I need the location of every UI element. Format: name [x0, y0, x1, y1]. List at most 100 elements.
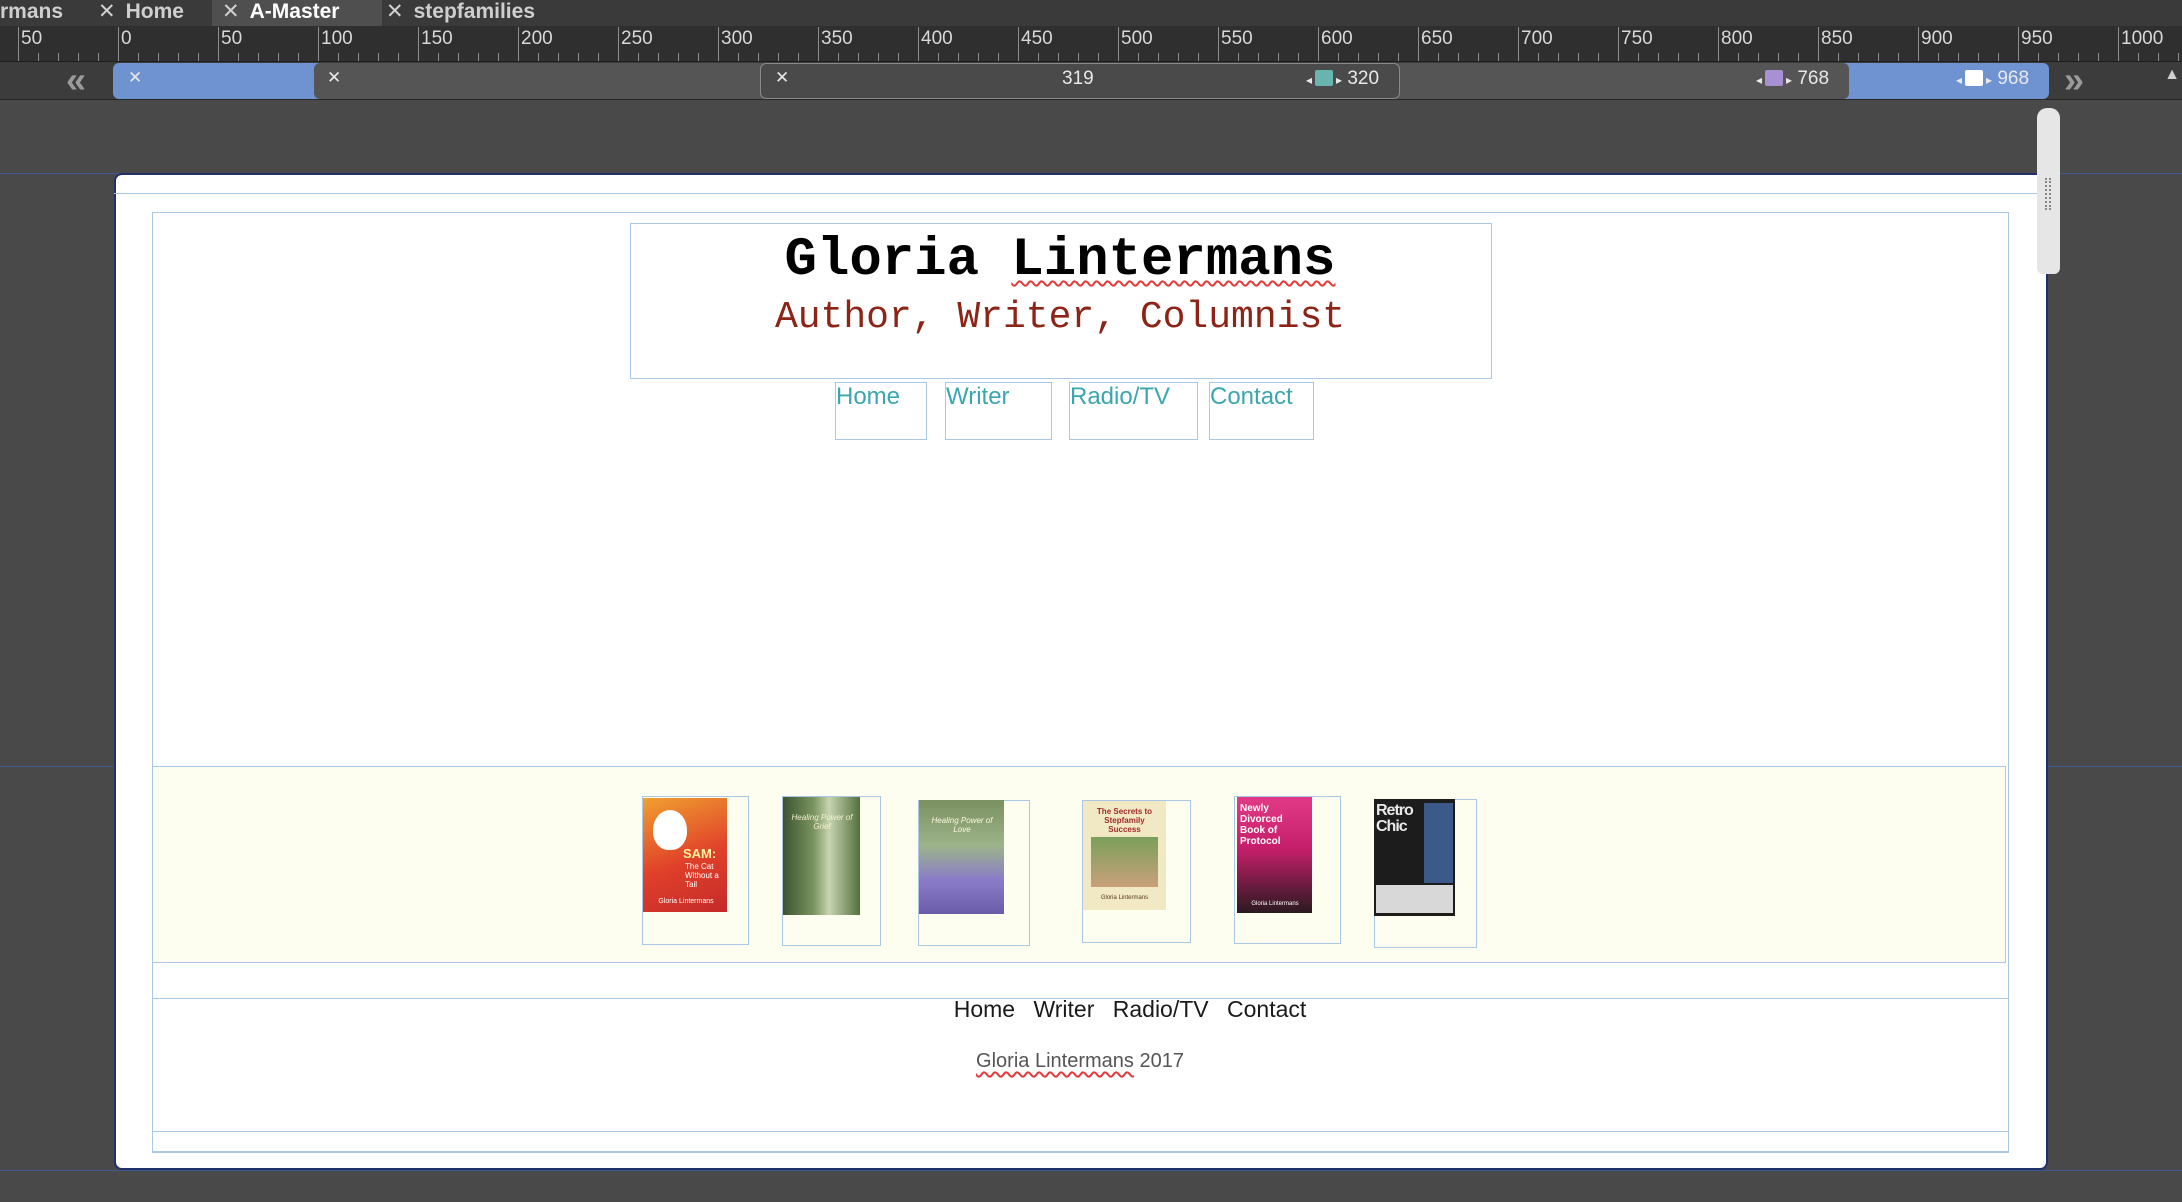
ruler-label: 700 [1521, 28, 1553, 49]
ruler-major-tick [1818, 27, 1819, 61]
book-cover-love[interactable]: Healing Power of Love [919, 800, 1004, 914]
ruler-minor-tick [1558, 53, 1559, 61]
ruler-minor-tick [838, 53, 839, 61]
ruler-label: 250 [621, 28, 653, 49]
ruler-minor-tick [578, 53, 579, 61]
tab-home[interactable]: ✕ Home [88, 0, 214, 26]
close-icon[interactable]: ✕ [98, 0, 116, 23]
book-cover-sam[interactable]: SAM: The Cat Without a Tail Gloria Linte… [643, 798, 727, 912]
caret-left-icon: ◂ [1306, 73, 1313, 87]
ruler-minor-tick [1538, 53, 1539, 61]
close-icon[interactable]: ✕ [327, 68, 341, 88]
book-title: Retro Chic [1376, 802, 1414, 835]
scrollbar-thumb[interactable] [2037, 108, 2060, 274]
ruler-minor-tick [258, 53, 259, 61]
close-icon[interactable]: ✕ [128, 68, 142, 88]
ruler-label: 900 [1921, 28, 1953, 49]
nav-contact[interactable]: Contact [1209, 382, 1314, 440]
footer-link-radio-tv[interactable]: Radio/TV [1113, 996, 1209, 1022]
ruler-minor-tick [2058, 53, 2059, 61]
ruler-label: 100 [321, 28, 353, 49]
ruler-minor-tick [1358, 53, 1359, 61]
ruler-major-tick [1918, 27, 1919, 61]
close-icon[interactable]: ✕ [222, 0, 240, 23]
ruler-minor-tick [2158, 53, 2159, 61]
tab-a-master[interactable]: ✕ A-Master [212, 0, 382, 26]
breakpoint-label-768: 768 [1797, 68, 1830, 89]
nav-writer[interactable]: Writer [945, 382, 1052, 440]
ruler-minor-tick [58, 53, 59, 61]
ruler-minor-tick [38, 53, 39, 61]
book-title: Healing Power of Grief [791, 813, 853, 831]
ruler-minor-tick [1898, 53, 1899, 61]
ruler-label: 1000 [2121, 28, 2164, 49]
ruler-minor-tick [338, 53, 339, 61]
book-title: The Secrets to Stepfamily Success [1096, 807, 1153, 834]
ruler-minor-tick [1878, 53, 1879, 61]
ruler-label: 50 [221, 28, 243, 49]
ruler-label: 800 [1721, 28, 1753, 49]
book-title: Newly Divorced Book of Protocol [1240, 803, 1283, 847]
breakpoint-marker-768: ◂ ▸ 768 [1756, 68, 1829, 90]
chevron-right-icon[interactable]: » [2064, 62, 2084, 98]
nav-radio-tv[interactable]: Radio/TV [1069, 382, 1198, 440]
book-cover-divorced[interactable]: Newly Divorced Book of Protocol Gloria L… [1237, 797, 1312, 913]
ruler-minor-tick [1778, 53, 1779, 61]
ruler-minor-tick [798, 53, 799, 61]
ruler-major-tick [618, 27, 619, 61]
ruler-minor-tick [1038, 53, 1039, 61]
close-icon[interactable]: ✕ [386, 0, 404, 23]
footer-link-writer[interactable]: Writer [1033, 996, 1094, 1022]
chevron-left-icon[interactable]: « [66, 62, 86, 98]
ruler-label: 0 [121, 28, 132, 49]
ruler-major-tick [118, 27, 119, 61]
ruler-major-tick [18, 27, 19, 61]
book-author: Gloria Lintermans [1251, 901, 1299, 907]
nav-contact-label: Contact [1210, 383, 1293, 410]
book-subtitle: The Cat Without a Tail [685, 862, 719, 889]
footer-link-home[interactable]: Home [954, 996, 1015, 1022]
ruler-label: 200 [521, 28, 553, 49]
grip-icon [2045, 178, 2051, 210]
footer-link-contact[interactable]: Contact [1227, 996, 1306, 1022]
scroll-up-icon[interactable]: ▲ [2162, 66, 2182, 96]
ruler-minor-tick [378, 53, 379, 61]
book-title: Healing Power of Love [931, 816, 993, 834]
ruler-minor-tick [1738, 53, 1739, 61]
ruler-minor-tick [2138, 53, 2139, 61]
ruler-minor-tick [1378, 53, 1379, 61]
ruler-minor-tick [598, 53, 599, 61]
ruler-minor-tick [558, 53, 559, 61]
ruler-label: 950 [2021, 28, 2053, 49]
ruler-minor-tick [858, 53, 859, 61]
ruler-major-tick [1318, 27, 1319, 61]
breakpoint-label-319: 319 [1062, 68, 1094, 89]
caret-right-icon: ▸ [1336, 73, 1343, 87]
ruler-minor-tick [238, 53, 239, 61]
ruler-minor-tick [438, 53, 439, 61]
close-icon[interactable]: ✕ [775, 68, 789, 88]
site-title: Gloria Lintermans [750, 230, 1370, 291]
cover-panel [1424, 803, 1453, 883]
book-cover-stepfamily[interactable]: The Secrets to Stepfamily Success Gloria… [1083, 801, 1166, 910]
ruler-minor-tick [758, 53, 759, 61]
ruler-label: 150 [421, 28, 453, 49]
ruler-major-tick [2018, 27, 2019, 61]
site-title-last: Lintermans [1011, 230, 1336, 291]
ruler-minor-tick [1098, 53, 1099, 61]
ruler-minor-tick [958, 53, 959, 61]
tab-stepfamilies[interactable]: ✕ stepfamilies [380, 0, 576, 26]
tab-lintermans[interactable]: rmans [0, 0, 80, 26]
cover-band [1376, 885, 1453, 913]
book-cover-retro-chic[interactable]: Retro Chic [1374, 799, 1455, 916]
ruler-label: 750 [1621, 28, 1653, 49]
book-cover-grief[interactable]: Healing Power of Grief [783, 797, 860, 915]
ruler-minor-tick [1238, 53, 1239, 61]
ruler-minor-tick [1758, 53, 1759, 61]
copyright-year: 2017 [1139, 1050, 1184, 1072]
nav-home[interactable]: Home [835, 382, 927, 440]
ruler-minor-tick [98, 53, 99, 61]
site-subtitle: Author, Writer, Columnist [774, 296, 1346, 339]
ruler-minor-tick [1438, 53, 1439, 61]
ruler-major-tick [418, 27, 419, 61]
